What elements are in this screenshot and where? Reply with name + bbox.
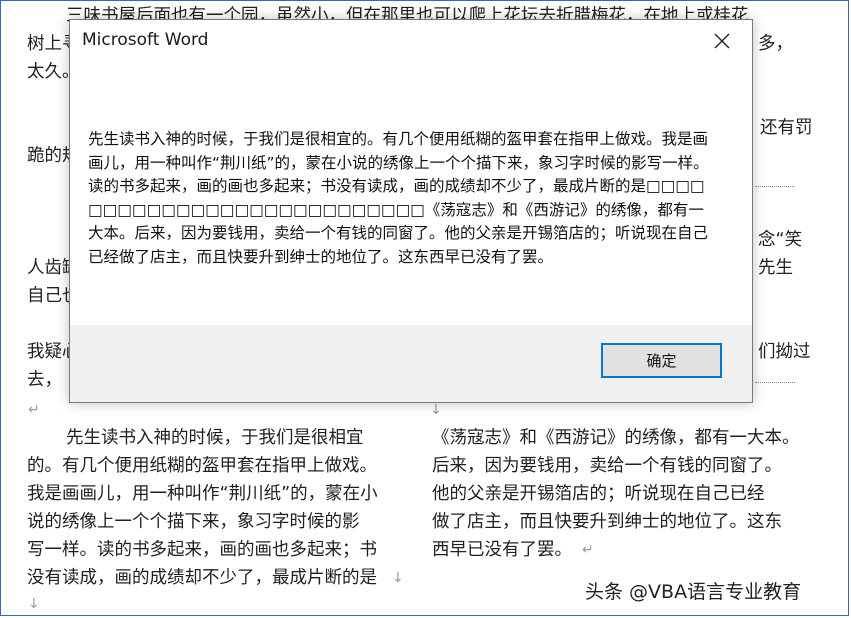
doc-line: 还有罚 xyxy=(760,118,813,138)
paragraph-mark: ↵ xyxy=(28,402,40,418)
dialog-title: Microsoft Word xyxy=(82,30,209,50)
line-break-mark: ↓ xyxy=(28,596,40,612)
line-break-mark: ↓ xyxy=(392,570,404,586)
doc-line: 没有读成，画的成绩却不少了，最成片断的是 xyxy=(27,568,377,588)
dialog-footer: 确定 xyxy=(70,325,752,402)
section-divider xyxy=(755,382,795,383)
doc-line: 先生 xyxy=(758,258,793,278)
watermark: 头条 @VBA语言专业教育 xyxy=(585,581,802,603)
section-divider xyxy=(755,186,795,187)
doc-line: 说的绣像上一个个描下来，象习字时候的影 xyxy=(27,512,360,532)
doc-line: 先生读书入神的时候，于我们是很相宜 xyxy=(66,428,364,448)
doc-line: 念“笑 xyxy=(758,230,803,250)
doc-line: 《荡寇志》和《西游记》的绣像，都有一大本。 xyxy=(432,428,800,448)
doc-line: 他的父亲是开锡箔店的；听说现在自己已经 xyxy=(432,484,765,504)
doc-line: 我是画画儿，用一种叫作“荆川纸”的，蒙在小 xyxy=(27,484,378,504)
dialog-message: 先生读书入神的时候，于我们是很相宜的。有几个便用纸糊的盔甲套在指甲上做戏。我是画… xyxy=(88,130,709,266)
paragraph-mark: ↵ xyxy=(582,542,594,558)
doc-line: 做了店主，而且快要升到绅士的地位了。这东 xyxy=(432,512,782,532)
ok-button[interactable]: 确定 xyxy=(601,343,722,378)
doc-line: 去， xyxy=(27,370,62,390)
message-box-dialog: Microsoft Word 先生读书入神的时候，于我们是很相宜的。有几个便用纸… xyxy=(69,19,753,403)
close-button[interactable] xyxy=(706,26,738,56)
doc-line: 的。有几个便用纸糊的盔甲套在指甲上做戏。 xyxy=(27,456,377,476)
close-icon xyxy=(714,33,730,49)
doc-line: 们拗过 xyxy=(758,342,811,362)
doc-line: 后来，因为要钱用，卖给一个有钱的同窗了。 xyxy=(432,456,782,476)
doc-line: 写一样。读的书多起来，画的画也多起来；书 xyxy=(27,540,377,560)
doc-line: 西早已没有了罢。 xyxy=(432,540,572,560)
doc-line: 多， xyxy=(758,34,793,54)
